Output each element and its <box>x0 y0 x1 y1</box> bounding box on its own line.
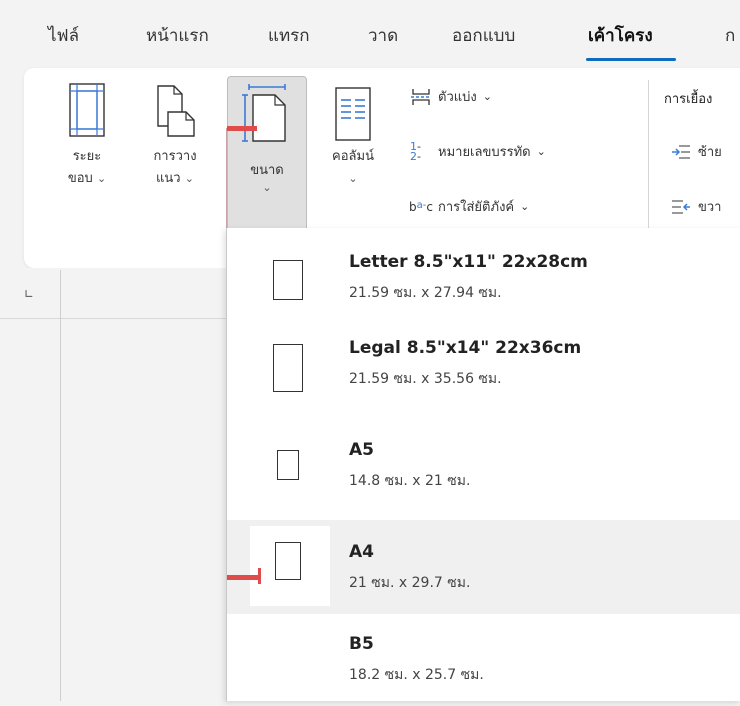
columns-icon <box>335 87 371 141</box>
tab-stop-selector-icon[interactable]: ∟ <box>24 287 34 301</box>
hyphenation-button[interactable]: b a-c การใส่ยัติภังค์ ⌄ <box>409 196 530 217</box>
tab-file[interactable]: ไฟล์ <box>48 22 79 49</box>
paper-size-a5[interactable]: A5 14.8 ซม. x 21 ซม. <box>227 424 740 510</box>
paper-size-dimensions: 14.8 ซม. x 21 ซม. <box>349 473 471 489</box>
margins-icon <box>69 83 105 137</box>
paper-size-title: B5 <box>349 634 374 654</box>
chevron-down-icon: ⌄ <box>536 145 546 158</box>
hyphenation-label: การใส่ยัติภังค์ <box>438 200 515 215</box>
tab-insert[interactable]: แทรก <box>268 22 310 49</box>
orientation-button[interactable]: การวาง แนว ⌄ <box>140 80 210 190</box>
indent-right-field[interactable]: ขวา <box>670 196 722 217</box>
page-icon <box>273 260 303 300</box>
indent-right-icon <box>670 199 692 215</box>
indent-left-icon <box>670 144 692 160</box>
breaks-label: ตัวแบ่ง <box>438 90 477 105</box>
page-icon <box>277 450 299 480</box>
active-tab-indicator <box>586 58 676 61</box>
tab-layout[interactable]: เค้าโครง <box>588 22 653 49</box>
page-icon <box>273 344 303 392</box>
margins-label-2: ขอบ <box>67 171 93 186</box>
margins-button[interactable]: ระยะ ขอบ ⌄ <box>52 80 122 190</box>
orientation-label-1: การวาง <box>153 149 197 164</box>
vertical-ruler-line <box>60 270 61 701</box>
paper-size-dropdown: Letter 8.5"x11" 22x28cm 21.59 ซม. x 27.9… <box>226 228 740 701</box>
paper-size-title: Legal 8.5"x14" 22x36cm <box>349 338 582 358</box>
ribbon-tabs: ไฟล์ หน้าแรก แทรก วาด ออกแบบ เค้าโครง ก <box>0 0 740 66</box>
paper-size-dimensions: 21 ซม. x 29.7 ซม. <box>349 575 471 591</box>
orientation-icon <box>157 85 195 137</box>
chevron-down-icon: ⌄ <box>520 200 530 213</box>
paper-size-dimensions: 18.2 ซม. x 25.7 ซม. <box>349 667 484 683</box>
size-label: ขนาด <box>250 163 284 178</box>
line-numbers-label: หมายเลขบรรทัด <box>438 145 531 160</box>
chevron-down-icon: ⌄ <box>348 172 358 185</box>
indent-group-title: การเยื้อง <box>664 92 713 107</box>
paper-size-title: A4 <box>349 542 374 562</box>
indent-left-label: ซ้าย <box>698 145 722 160</box>
paper-size-dimensions: 21.59 ซม. x 27.94 ซม. <box>349 285 502 301</box>
size-icon <box>242 84 286 142</box>
chevron-down-icon: ⌄ <box>262 181 272 194</box>
indent-left-field[interactable]: ซ้าย <box>670 141 722 162</box>
selection-highlight-marker-end <box>258 568 261 584</box>
paper-size-title: A5 <box>349 440 374 460</box>
selection-highlight-marker <box>227 575 260 580</box>
document-canvas <box>0 268 226 701</box>
tab-home[interactable]: หน้าแรก <box>146 22 209 49</box>
paper-size-a4[interactable]: A4 21 ซม. x 29.7 ซม. <box>227 520 740 614</box>
chevron-down-icon: ⌄ <box>96 172 107 185</box>
tab-design[interactable]: ออกแบบ <box>452 22 515 49</box>
ruler-line <box>0 318 226 319</box>
chevron-down-icon: ⌄ <box>482 90 492 103</box>
paper-size-letter[interactable]: Letter 8.5"x11" 22x28cm 21.59 ซม. x 27.9… <box>227 238 740 324</box>
margins-label-1: ระยะ <box>72 149 102 164</box>
tab-draw[interactable]: วาด <box>368 22 398 49</box>
paper-size-b5[interactable]: B5 18.2 ซม. x 25.7 ซม. <box>227 620 740 706</box>
breaks-icon <box>410 87 432 107</box>
line-numbers-button[interactable]: 1- 2- หมายเลขบรรทัด ⌄ <box>410 141 546 162</box>
orientation-label-2: แนว <box>156 171 181 186</box>
tab-more[interactable]: ก <box>725 22 735 49</box>
size-button-highlight-marker <box>227 126 257 131</box>
paper-size-title: Letter 8.5"x11" 22x28cm <box>349 252 588 272</box>
breaks-button[interactable]: ตัวแบ่ง ⌄ <box>410 86 492 107</box>
columns-button[interactable]: คอลัมน์ ⌄ <box>318 80 388 190</box>
line-numbers-icon: 1- 2- <box>410 139 421 163</box>
indent-right-label: ขวา <box>698 200 722 215</box>
chevron-down-icon: ⌄ <box>184 172 194 185</box>
paper-size-dimensions: 21.59 ซม. x 35.56 ซม. <box>349 371 502 387</box>
columns-label: คอลัมน์ <box>332 149 374 164</box>
ribbon-separator <box>648 80 649 240</box>
hyphenation-icon: b a-c <box>409 199 433 214</box>
paper-size-legal[interactable]: Legal 8.5"x14" 22x36cm 21.59 ซม. x 35.56… <box>227 324 740 410</box>
page-icon <box>275 542 301 580</box>
